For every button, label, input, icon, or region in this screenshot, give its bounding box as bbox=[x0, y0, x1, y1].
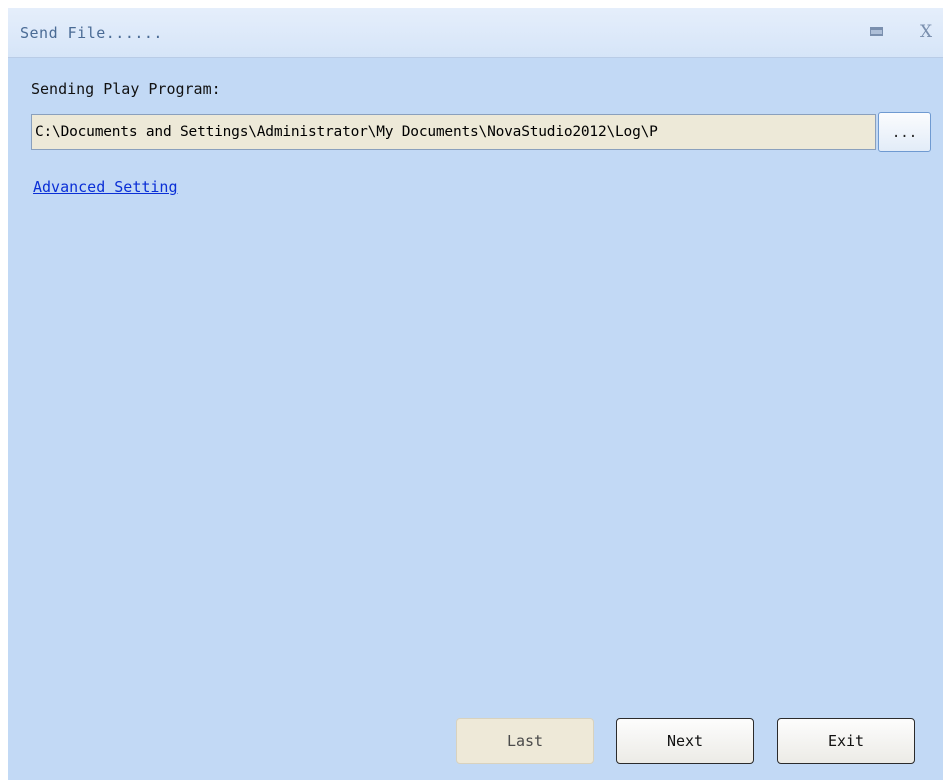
program-path-field[interactable]: C:\Documents and Settings\Administrator\… bbox=[31, 114, 876, 150]
advanced-setting-link[interactable]: Advanced Setting bbox=[33, 178, 178, 196]
next-button[interactable]: Next bbox=[616, 718, 754, 764]
title-bar: Send File...... X bbox=[8, 8, 943, 58]
close-icon[interactable]: X bbox=[920, 22, 932, 42]
sending-play-program-label: Sending Play Program: bbox=[31, 80, 221, 98]
browse-button[interactable]: ... bbox=[878, 112, 931, 152]
send-file-window: Send File...... X Sending Play Program: … bbox=[8, 8, 943, 780]
last-button[interactable]: Last bbox=[456, 718, 594, 764]
window-title: Send File...... bbox=[20, 24, 163, 42]
exit-button[interactable]: Exit bbox=[777, 718, 915, 764]
minimize-icon[interactable] bbox=[870, 22, 883, 36]
